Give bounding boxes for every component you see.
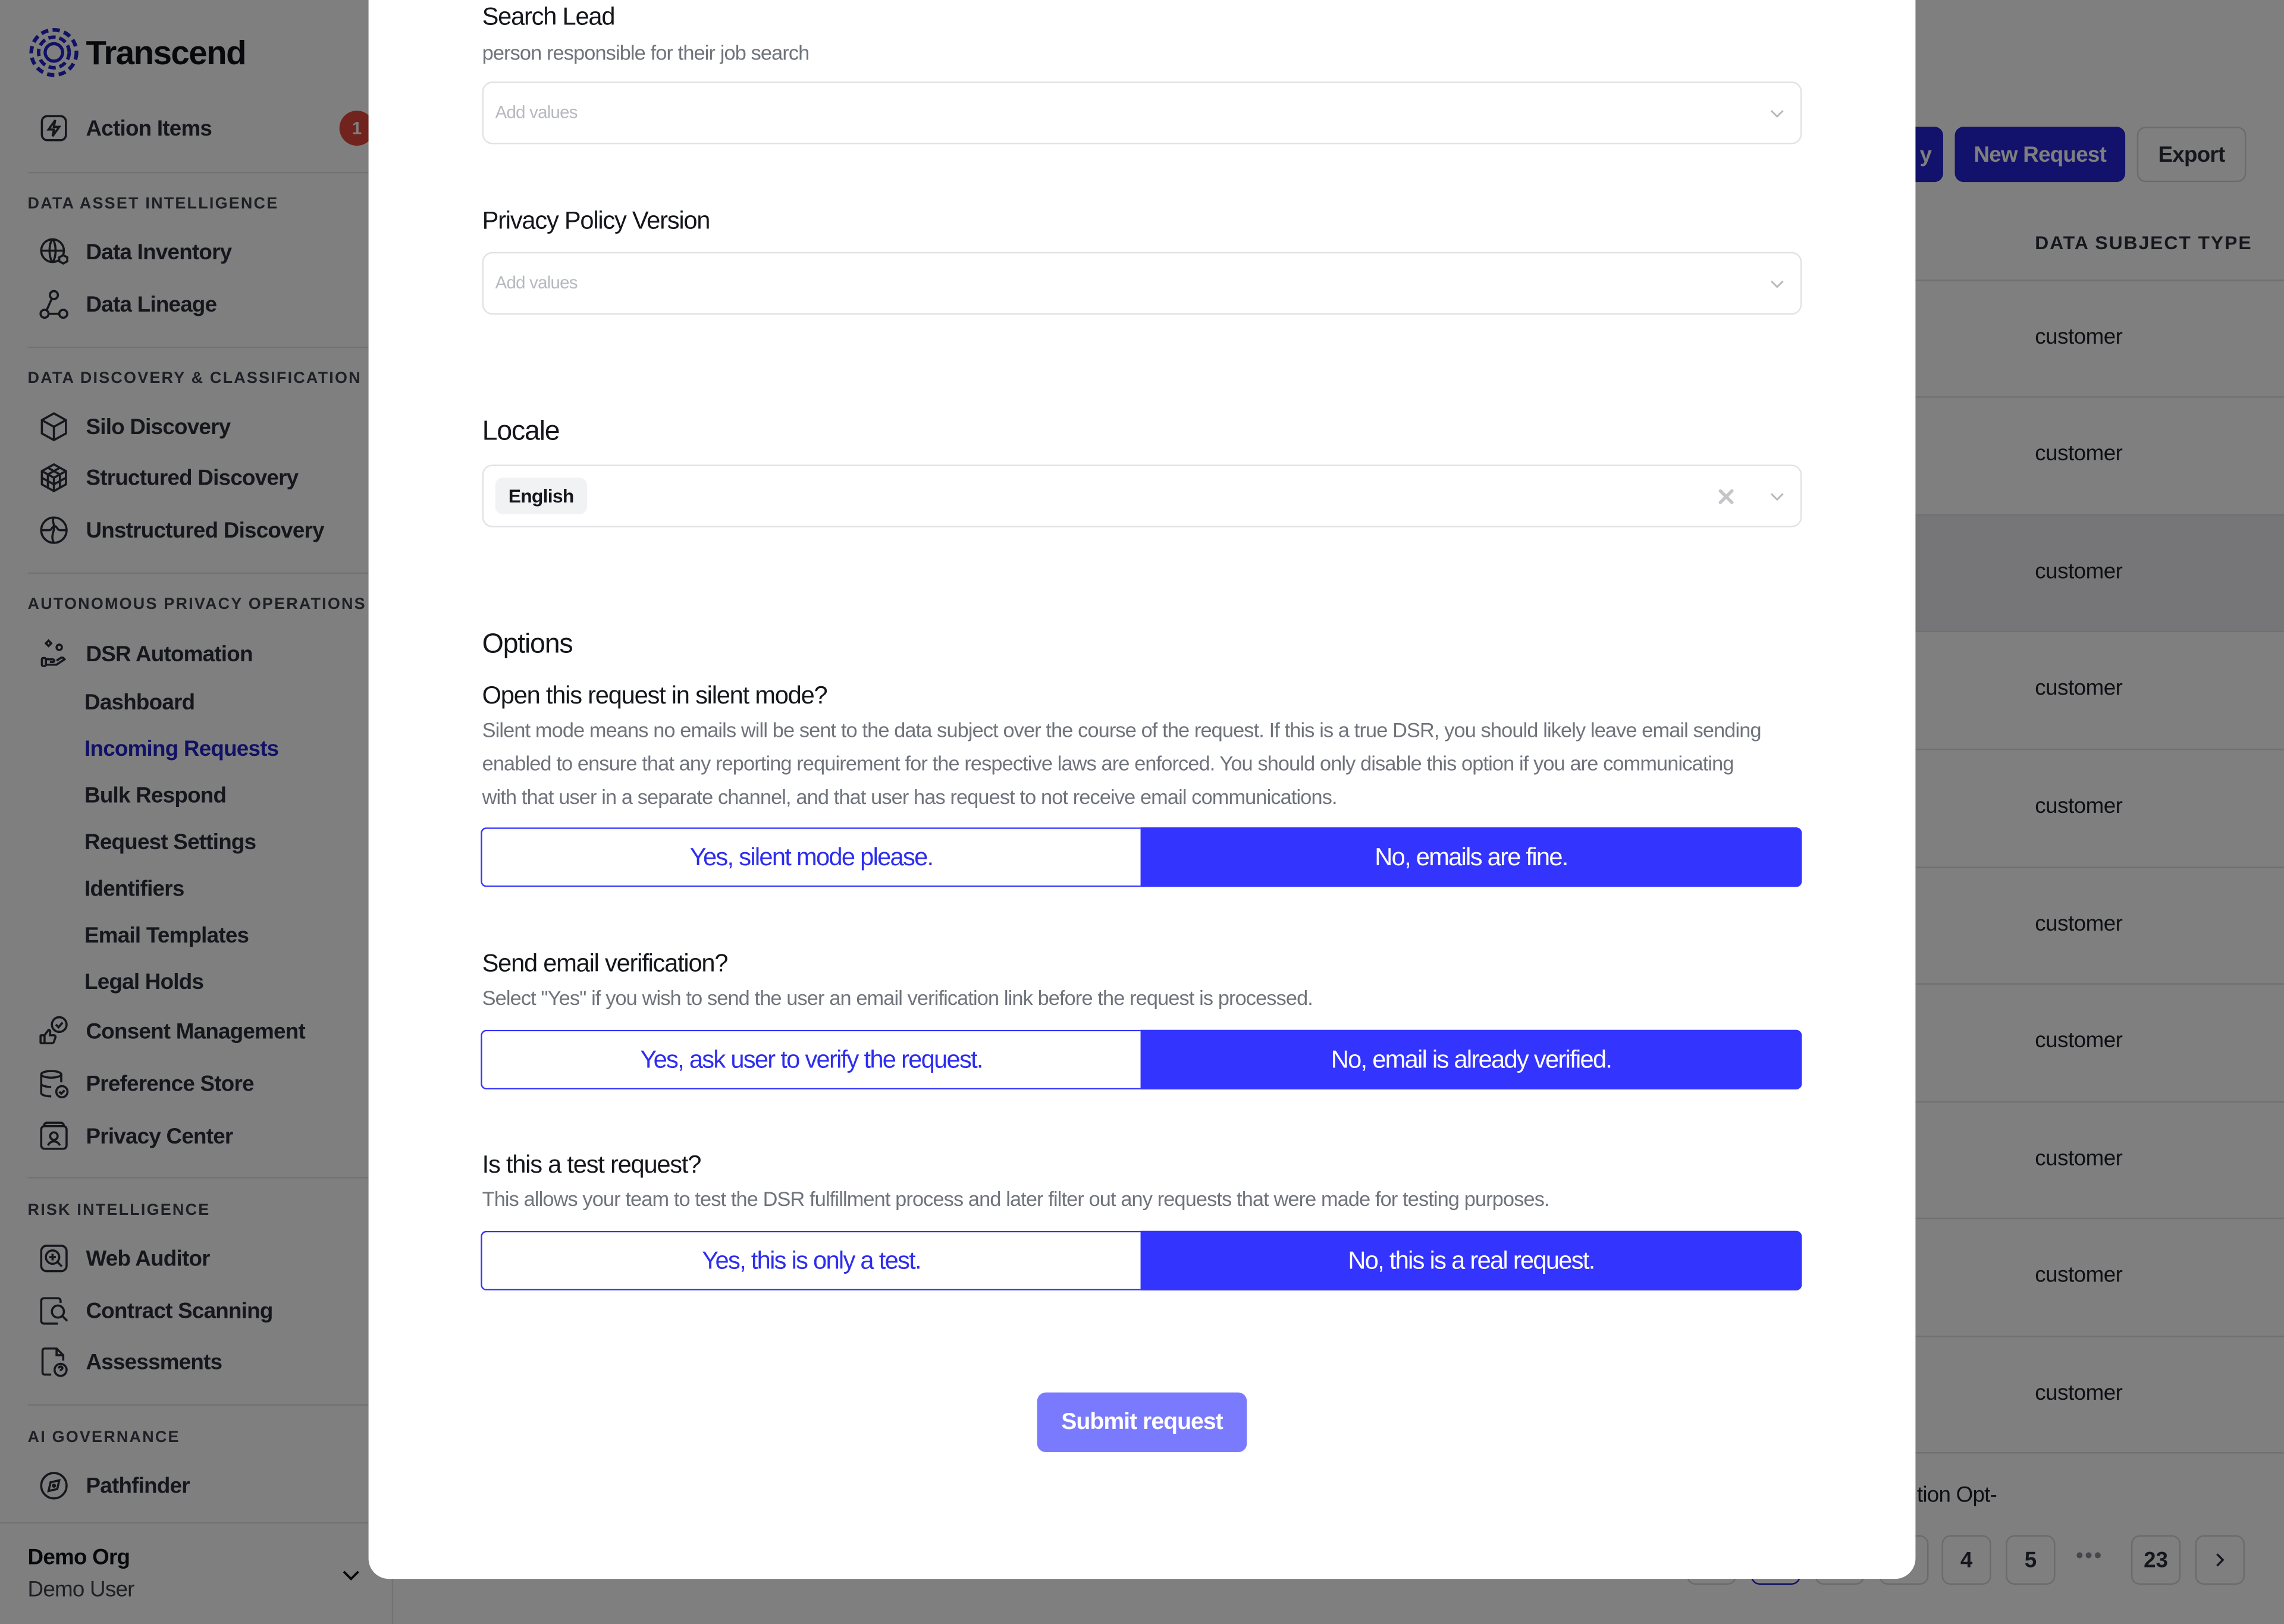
silent-mode-toggle: Yes, silent mode please. No, emails are … — [481, 827, 1802, 887]
chevron-down-icon — [1770, 493, 1784, 501]
test-request-help: This allows your team to test the DSR fu… — [482, 1187, 1550, 1211]
search-lead-label: Search Lead — [482, 2, 616, 31]
clear-icon[interactable] — [1716, 486, 1736, 507]
email-verification-no-option[interactable]: No, email is already verified. — [1140, 1029, 1802, 1090]
test-request-question: Is this a test request? — [482, 1151, 702, 1179]
email-verification-yes-option[interactable]: Yes, ask user to verify the request. — [481, 1029, 1141, 1090]
email-verification-question: Send email verification? — [482, 950, 729, 978]
test-request-no-option[interactable]: No, this is a real request. — [1140, 1230, 1802, 1291]
silent-mode-help: Silent mode means no emails will be sent… — [482, 718, 1762, 809]
email-verification-help: Select "Yes" if you wish to send the use… — [482, 986, 1313, 1010]
silent-mode-yes-option[interactable]: Yes, silent mode please. — [481, 827, 1141, 887]
search-lead-placeholder: Add values — [495, 102, 578, 122]
email-verification-toggle: Yes, ask user to verify the request. No,… — [481, 1029, 1802, 1090]
test-request-toggle: Yes, this is only a test. No, this is a … — [481, 1230, 1802, 1291]
submit-request-button[interactable]: Submit request — [1037, 1392, 1247, 1453]
new-request-modal: Search Lead person responsible for their… — [368, 0, 1916, 1579]
silent-mode-no-option[interactable]: No, emails are fine. — [1140, 827, 1802, 887]
chevron-down-icon — [1770, 110, 1784, 118]
privacy-policy-version-select[interactable]: Add values — [482, 252, 1802, 315]
test-request-yes-option[interactable]: Yes, this is only a test. — [481, 1230, 1141, 1291]
options-title: Options — [482, 629, 573, 660]
search-lead-help: person responsible for their job search — [482, 40, 810, 64]
silent-mode-question: Open this request in silent mode? — [482, 681, 828, 709]
locale-select[interactable]: English — [482, 464, 1802, 527]
locale-chip[interactable]: English — [495, 478, 587, 514]
privacy-policy-version-placeholder: Add values — [495, 272, 578, 293]
chevron-down-icon — [1770, 280, 1784, 288]
locale-label: Locale — [482, 416, 560, 447]
app-window: Transcend Action Items 1 DATA ASSET INTE… — [0, 0, 2284, 1624]
privacy-policy-version-label: Privacy Policy Version — [482, 206, 711, 235]
search-lead-select[interactable]: Add values — [482, 81, 1802, 145]
